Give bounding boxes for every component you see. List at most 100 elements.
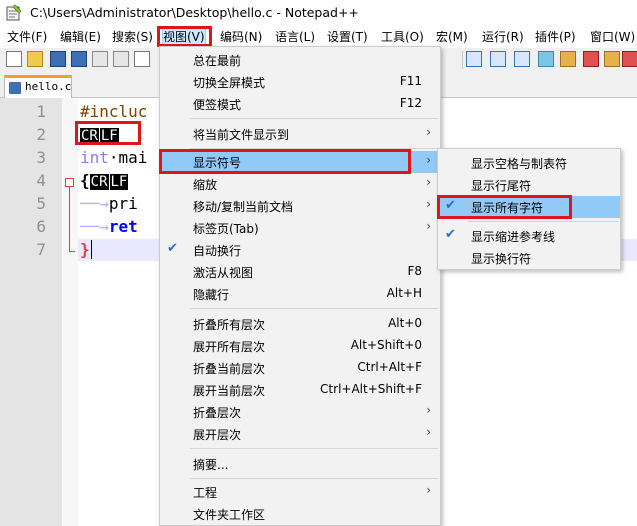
menu-item-label: 摘要... <box>193 458 229 472</box>
indent-guide-icon[interactable] <box>514 51 530 67</box>
submenu-arrow-icon: › <box>426 175 431 189</box>
menu-item-fullscreen[interactable]: 切换全屏模式 F11 <box>160 71 440 93</box>
menu-item-post-it[interactable]: 便签模式 F12 <box>160 93 440 115</box>
menu-item-fold-level[interactable]: 折叠层次 › <box>160 401 440 423</box>
menu-item-summary[interactable]: 摘要... <box>160 453 440 475</box>
fold-line <box>69 187 70 251</box>
submenu-item-show-whitespace-tab[interactable]: 显示空格与制表符 <box>438 152 620 174</box>
menu-item-move-clone-document[interactable]: 移动/复制当前文档 › <box>160 195 440 217</box>
menu-item-show-symbol[interactable]: 显示符号 › <box>160 151 440 173</box>
menu-bar: 文件(F) 编辑(E) 搜索(S) 视图(V) 编码(N) 语言(L) 设置(T… <box>0 26 637 48</box>
save-icon[interactable] <box>50 51 66 67</box>
menu-item-unfold-current[interactable]: 展开当前层次 Ctrl+Alt+Shift+F <box>160 379 440 401</box>
menu-file[interactable]: 文件(F) <box>7 29 47 46</box>
line-number: 1 <box>36 102 46 121</box>
menu-item-always-on-top[interactable]: 总在最前 <box>160 49 440 71</box>
submenu-arrow-icon: › <box>426 219 431 233</box>
menu-item-zoom[interactable]: 缩放 › <box>160 173 440 195</box>
line-number: 7 <box>36 240 46 259</box>
menu-item-tab[interactable]: 标签页(Tab) › <box>160 217 440 239</box>
menu-plugins[interactable]: 插件(P) <box>535 29 576 46</box>
document-map-icon[interactable] <box>538 51 554 67</box>
fold-margin <box>62 98 78 526</box>
menu-language[interactable]: 语言(L) <box>275 29 315 46</box>
menu-item-label: 显示符号 <box>193 156 242 170</box>
menu-item-label: 折叠当前层次 <box>193 362 266 376</box>
menu-run[interactable]: 运行(R) <box>482 29 524 46</box>
view-menu-dropdown: 总在最前 切换全屏模式 F11 便签模式 F12 将当前文件显示到 › 显示符号… <box>159 46 441 526</box>
menu-item-hide-lines[interactable]: 隐藏行 Alt+H <box>160 283 440 305</box>
menu-item-label: 移动/复制当前文档 <box>193 200 294 214</box>
menu-view[interactable]: 视图(V) <box>162 28 206 47</box>
menu-encoding[interactable]: 编码(N) <box>220 29 262 46</box>
open-file-icon[interactable] <box>27 51 43 67</box>
menu-item-fold-all[interactable]: 折叠所有层次 Alt+0 <box>160 313 440 335</box>
menu-item-unfold-all[interactable]: 展开所有层次 Alt+Shift+0 <box>160 335 440 357</box>
menu-item-label: 显示所有字符 <box>471 201 544 215</box>
close-all-icon[interactable] <box>113 51 129 67</box>
menu-item-word-wrap[interactable]: ✔ 自动换行 <box>160 239 440 261</box>
close-file-icon[interactable] <box>92 51 108 67</box>
show-all-chars-icon[interactable] <box>490 51 506 67</box>
menu-macro[interactable]: 宏(M) <box>436 29 468 46</box>
menu-item-shortcut: Alt+H <box>386 286 422 300</box>
code-line-2: CR LF <box>80 124 120 146</box>
save-all-icon[interactable] <box>71 51 87 67</box>
stop-record-icon[interactable] <box>622 51 637 67</box>
submenu-item-show-all-characters[interactable]: ✔ 显示所有字符 <box>438 196 620 218</box>
line-number: 5 <box>36 194 46 213</box>
menu-search[interactable]: 搜索(S) <box>112 29 153 46</box>
folder-workspace-icon[interactable] <box>604 51 620 67</box>
menu-item-shortcut: F12 <box>399 96 422 110</box>
submenu-arrow-icon: › <box>426 425 431 439</box>
window-title: C:\Users\Administrator\Desktop\hello.c -… <box>30 5 359 20</box>
open-brace: { <box>80 171 90 190</box>
submenu-arrow-icon: › <box>426 197 431 211</box>
menu-item-label: 将当前文件显示到 <box>193 128 290 142</box>
menu-tools[interactable]: 工具(O) <box>381 29 424 46</box>
menu-item-unfold-level[interactable]: 展开层次 › <box>160 423 440 445</box>
code-line-3: int·mai <box>80 147 147 169</box>
check-icon: ✔ <box>445 198 456 213</box>
menu-item-folder-workspace[interactable]: 文件夹工作区 <box>160 503 440 525</box>
keyword-return: ret <box>108 217 138 236</box>
menu-item-label: 切换全屏模式 <box>193 76 266 90</box>
menu-item-focus-other-view[interactable]: 激活从视图 F8 <box>160 261 440 283</box>
print-icon[interactable] <box>134 51 150 67</box>
menu-window[interactable]: 窗口(W) <box>590 29 635 46</box>
code-line-7: } <box>80 239 102 261</box>
menu-separator <box>190 308 438 309</box>
menu-item-label: 显示缩进参考线 <box>471 230 556 244</box>
menu-item-label: 折叠层次 <box>193 406 242 420</box>
menu-item-label: 缩放 <box>193 178 218 192</box>
menu-item-label: 展开当前层次 <box>193 384 266 398</box>
menu-item-view-current-file-in[interactable]: 将当前文件显示到 › <box>160 123 440 145</box>
show-symbol-submenu: 显示空格与制表符 显示行尾符 ✔ 显示所有字符 ✔ 显示缩进参考线 显示换行符 <box>437 148 621 270</box>
submenu-item-show-indent-guide[interactable]: ✔ 显示缩进参考线 <box>438 225 620 247</box>
menu-settings[interactable]: 设置(T) <box>327 29 368 46</box>
menu-item-project[interactable]: 工程 › <box>160 481 440 503</box>
function-list-icon[interactable] <box>560 51 576 67</box>
menu-item-label: 自动换行 <box>193 244 242 258</box>
tab-label: hello.c <box>25 80 72 93</box>
menu-item-label: 展开层次 <box>193 428 242 442</box>
word-wrap-icon[interactable] <box>466 51 482 67</box>
new-file-icon[interactable] <box>6 51 22 67</box>
submenu-arrow-icon: › <box>426 125 431 139</box>
submenu-item-show-wrap-symbol[interactable]: 显示换行符 <box>438 247 620 269</box>
fold-toggle-icon[interactable] <box>65 178 74 187</box>
menu-separator <box>190 478 438 479</box>
tab-hello-c[interactable]: hello.c <box>4 75 72 98</box>
code-line-4: {CR LF <box>80 170 129 192</box>
code-text: ·mai <box>108 148 148 167</box>
cr-marker: CR <box>89 174 109 190</box>
menu-separator <box>468 221 618 222</box>
menu-item-fold-current[interactable]: 折叠当前层次 Ctrl+Alt+F <box>160 357 440 379</box>
title-bar: C:\Users\Administrator\Desktop\hello.c -… <box>0 0 637 26</box>
line-number-gutter: 1 2 3 4 5 6 7 <box>0 98 62 526</box>
submenu-item-show-eol[interactable]: 显示行尾符 <box>438 174 620 196</box>
code-text: pri <box>108 194 138 213</box>
menu-edit[interactable]: 编辑(E) <box>60 29 101 46</box>
saved-file-icon <box>9 82 21 94</box>
record-macro-icon[interactable] <box>583 51 599 67</box>
